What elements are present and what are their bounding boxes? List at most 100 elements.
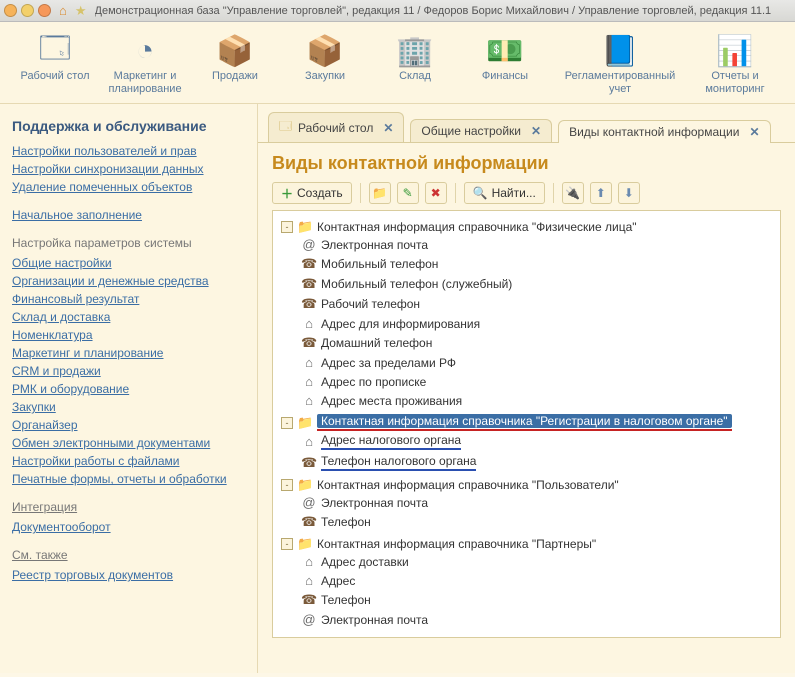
favorite-icon[interactable]: ★ — [75, 3, 87, 19]
sidebar-link-sys-0[interactable]: Общие настройки — [12, 256, 249, 270]
tree-node[interactable]: ⌂Адрес налогового органа — [301, 433, 776, 450]
tab-close-icon[interactable]: ✕ — [383, 121, 393, 135]
tree-node[interactable]: ☎Телефон — [301, 514, 776, 530]
sidebar: Поддержка и обслуживание Настройки польз… — [0, 104, 258, 673]
marketing-icon: ◔ — [121, 32, 169, 70]
tree-node[interactable]: ⌂Адрес доставки — [301, 554, 776, 569]
sidebar-link-sys-6[interactable]: CRM и продажи — [12, 364, 249, 378]
down-button[interactable]: ⬇ — [618, 182, 640, 204]
tree-node[interactable]: ⌂Адрес для информирования — [301, 316, 776, 331]
tree-node[interactable]: ☎Домашний телефон — [301, 335, 776, 351]
tree-node[interactable]: @Электронная почта — [301, 495, 776, 510]
home-icon[interactable]: ⌂ — [59, 3, 67, 18]
tab-contacts[interactable]: Виды контактной информации✕ — [558, 120, 770, 143]
folder-icon: 📁 — [297, 415, 313, 431]
sidebar-link-sys-9[interactable]: Органайзер — [12, 418, 249, 432]
new-folder-button[interactable]: 📁 — [369, 182, 391, 204]
tree-label: Мобильный телефон — [321, 257, 438, 271]
sidebar-link-see-0[interactable]: Реестр торговых документов — [12, 568, 249, 582]
window-minimize-button[interactable] — [21, 4, 34, 17]
tree-label: Телефон налогового органа — [321, 454, 476, 471]
tree-node[interactable]: @ Электронная почта — [301, 612, 776, 627]
sidebar-link-sys-1[interactable]: Организации и денежные средства — [12, 274, 249, 288]
toolbar-marketing[interactable]: ◔Маркетинг ипланирование — [100, 30, 190, 97]
tree-label: Адрес по прописке — [321, 375, 426, 389]
link-button[interactable]: 🔌 — [562, 182, 584, 204]
sidebar-group-system: Настройка параметров системы — [12, 236, 249, 250]
home-icon: ⌂ — [301, 554, 317, 569]
sidebar-link-int-0[interactable]: Документооборот — [12, 520, 249, 534]
home-icon: ⌂ — [301, 374, 317, 389]
sidebar-link-initial-fill[interactable]: Начальное заполнение — [12, 208, 249, 222]
window-title: Демонстрационная база "Управление торгов… — [95, 5, 772, 17]
tree-node[interactable]: @Электронная почта — [301, 237, 776, 252]
tree-label: Электронная почта — [321, 613, 428, 627]
tab-bar: 🗔Рабочий стол✕ Общие настройки✕ Виды конта… — [258, 104, 795, 142]
tree-node[interactable]: -📁Контактная информация справочника "Физ… — [281, 219, 776, 235]
tab-close-icon[interactable]: ✕ — [531, 124, 541, 138]
tree-toggle-icon[interactable]: - — [281, 538, 293, 550]
window-titlebar: ⌂ ★ Демонстрационная база "Управление то… — [0, 0, 795, 22]
contact-types-tree[interactable]: -📁Контактная информация справочника "Физ… — [272, 210, 781, 638]
toolbar-label: Продажи — [212, 70, 258, 83]
tree-node[interactable]: ☎Мобильный телефон (служебный) — [301, 276, 776, 292]
sidebar-link-sys-8[interactable]: Закупки — [12, 400, 249, 414]
window-maximize-button[interactable] — [38, 4, 51, 17]
tree-label: Электронная почта — [321, 496, 428, 510]
finance-icon: 💵 — [481, 32, 529, 70]
tree-label: Контактная информация справочника "Регис… — [317, 414, 732, 431]
sidebar-link-top-1[interactable]: Настройки синхронизации данных — [12, 162, 249, 176]
tree-node[interactable]: ⌂Адрес места проживания — [301, 393, 776, 408]
tree-node[interactable]: ⌂Адрес — [301, 573, 776, 588]
tree-toggle-icon[interactable]: - — [281, 221, 293, 233]
tree-label: Контактная информация справочника "Партн… — [317, 537, 596, 551]
toolbar-label: Отчеты имониторинг — [705, 70, 764, 95]
edit-button[interactable]: ✎ — [397, 182, 419, 204]
tree-node[interactable]: -📁Контактная информация справочника "Пар… — [281, 536, 776, 552]
separator — [360, 183, 361, 203]
sidebar-link-top-0[interactable]: Настройки пользователей и прав — [12, 144, 249, 158]
toolbar-regaccount[interactable]: 📘Регламентированный учет — [550, 30, 690, 97]
create-button[interactable]: ＋Создать — [272, 182, 352, 204]
sidebar-link-top-2[interactable]: Удаление помеченных объектов — [12, 180, 249, 194]
tree-toggle-icon[interactable]: - — [281, 479, 293, 491]
sidebar-link-sys-10[interactable]: Обмен электронными документами — [12, 436, 249, 450]
desktop-icon: 🗔 — [31, 32, 79, 70]
tree-node[interactable]: -📁Контактная информация справочника "Рег… — [281, 414, 776, 431]
up-button[interactable]: ⬆ — [590, 182, 612, 204]
tree-toggle-icon[interactable]: - — [281, 417, 293, 429]
toolbar-label: Маркетинг ипланирование — [108, 70, 181, 95]
tree-node[interactable]: ☎Телефон — [301, 592, 776, 608]
tree-node[interactable]: ⌂Адрес за пределами РФ — [301, 355, 776, 370]
tree-label: Телефон — [321, 515, 371, 529]
sidebar-link-sys-3[interactable]: Склад и доставка — [12, 310, 249, 324]
toolbar-reports[interactable]: 📊Отчеты имониторинг — [690, 30, 780, 97]
tree-node[interactable]: ⌂ Адрес по прописке — [301, 374, 776, 389]
tab-desktop[interactable]: 🗔Рабочий стол✕ — [268, 112, 404, 142]
mail-icon: @ — [301, 612, 317, 627]
tab-general[interactable]: Общие настройки✕ — [410, 119, 552, 142]
sidebar-link-sys-12[interactable]: Печатные формы, отчеты и обработки — [12, 472, 249, 486]
sidebar-link-sys-11[interactable]: Настройки работы с файлами — [12, 454, 249, 468]
toolbar-warehouse[interactable]: 🏢Склад — [370, 30, 460, 97]
window-close-button[interactable] — [4, 4, 17, 17]
toolbar-sales[interactable]: 📦Продажи — [190, 30, 280, 97]
toolbar-purchases[interactable]: 📦Закупки — [280, 30, 370, 97]
toolbar-desktop[interactable]: 🗔Рабочий стол — [10, 30, 100, 97]
tree-node[interactable]: ☎Рабочий телефон — [301, 296, 776, 312]
sidebar-link-sys-2[interactable]: Финансовый результат — [12, 292, 249, 306]
sidebar-link-sys-5[interactable]: Маркетинг и планирование — [12, 346, 249, 360]
find-button[interactable]: 🔍 Найти... — [464, 182, 545, 204]
warehouse-icon: 🏢 — [391, 32, 439, 70]
toolbar-finance[interactable]: 💵Финансы — [460, 30, 550, 97]
tree-node[interactable]: ☎Телефон налогового органа — [301, 454, 776, 471]
tree-node[interactable]: -📁Контактная информация справочника "Пол… — [281, 477, 776, 493]
tab-close-icon[interactable]: ✕ — [749, 125, 759, 139]
page-title: Виды контактной информации — [272, 153, 781, 174]
sidebar-link-sys-7[interactable]: РМК и оборудование — [12, 382, 249, 396]
delete-button[interactable]: ✖ — [425, 182, 447, 204]
tree-node[interactable]: ☎Мобильный телефон — [301, 256, 776, 272]
separator — [553, 183, 554, 203]
sidebar-link-sys-4[interactable]: Номенклатура — [12, 328, 249, 342]
home-icon: ⌂ — [301, 316, 317, 331]
